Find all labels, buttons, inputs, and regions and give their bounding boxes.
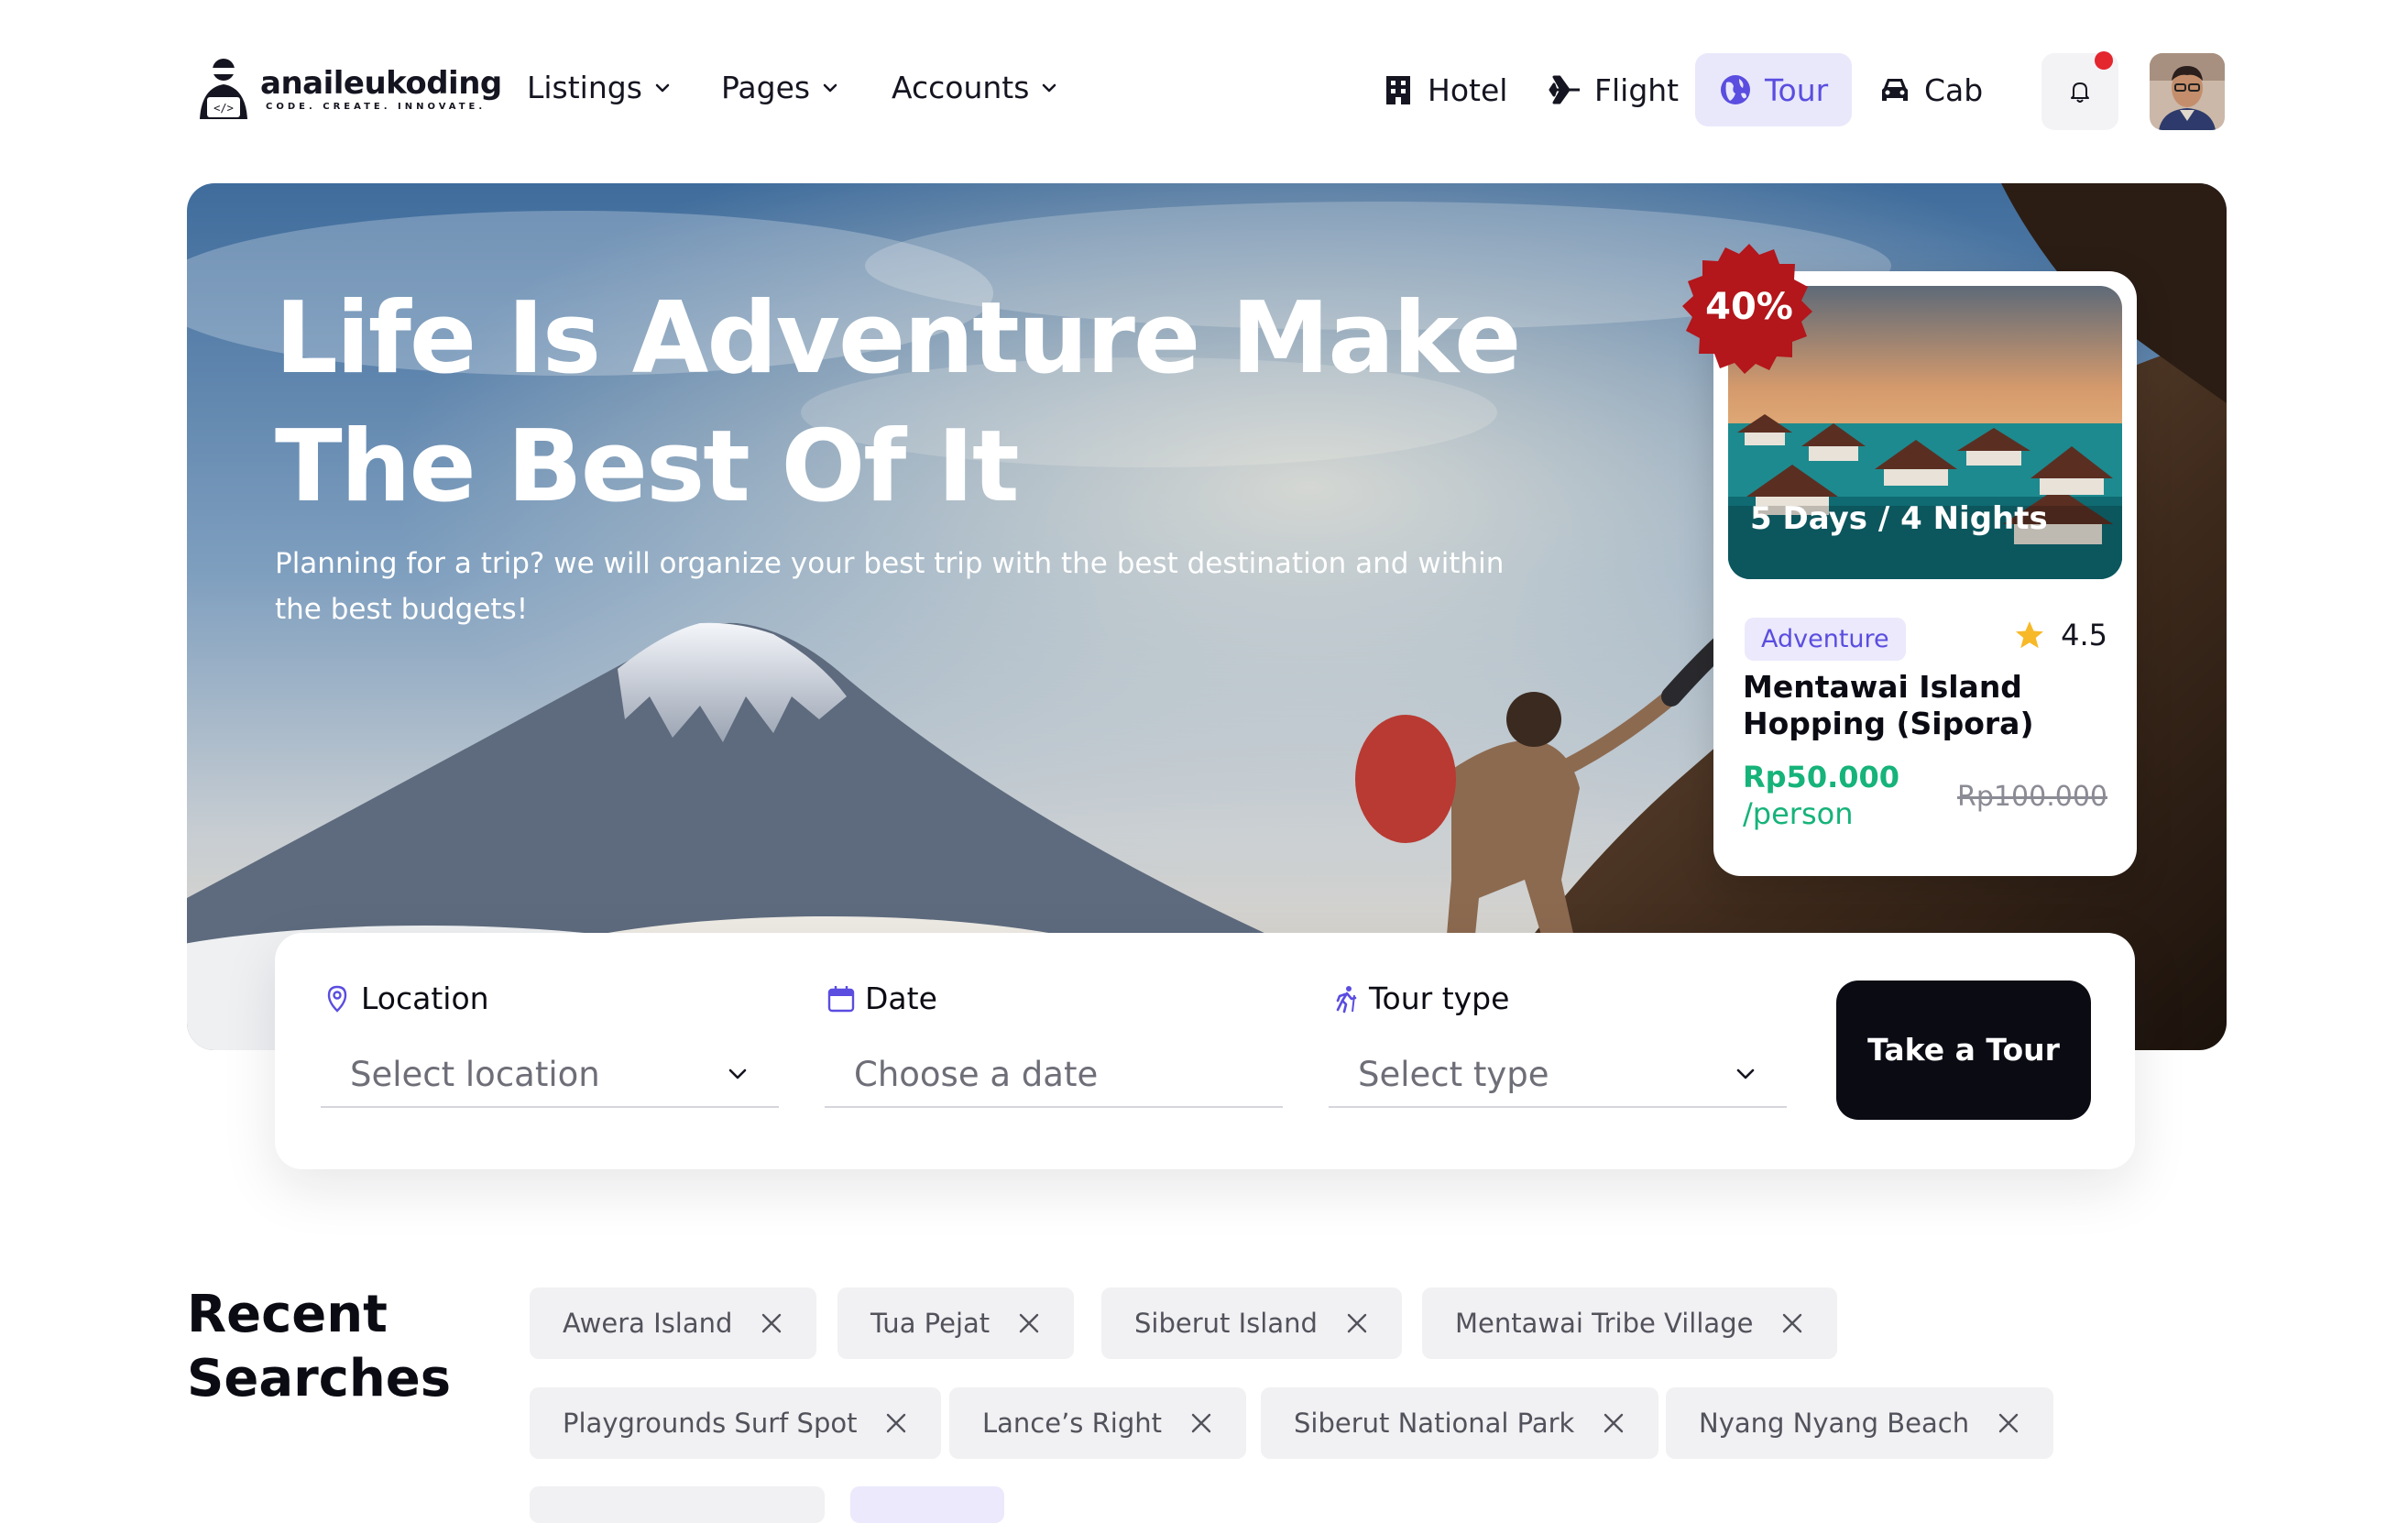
menu-pages[interactable]: Pages [721, 70, 839, 105]
recent-chip[interactable]: Siberut Island [1101, 1287, 1402, 1359]
service-flight[interactable]: Flight [1525, 53, 1702, 126]
close-icon[interactable] [1780, 1311, 1804, 1335]
hiker-icon [1336, 985, 1357, 1013]
rating: 4.5 [2013, 618, 2107, 652]
take-a-tour-button[interactable]: Take a Tour [1836, 981, 2091, 1120]
recent-chip[interactable]: Nyang Nyang Beach [1666, 1387, 2054, 1459]
tour-search-panel: Location Select location Date Choose a d… [275, 933, 2135, 1169]
recent-searches-title: Recent Searches [187, 1285, 452, 1408]
discount-text: 40% [1705, 286, 1793, 328]
brand-name: anaileukoding [260, 65, 502, 102]
location-placeholder: Select location [350, 1054, 600, 1094]
close-icon[interactable] [760, 1311, 783, 1335]
hero-title: Life Is Adventure Make The Best Of It [275, 281, 1521, 524]
recent-chip-label: Lance’s Right [982, 1408, 1163, 1439]
tour-title: Mentawai Island Hopping (Sipora) [1743, 669, 2034, 741]
building-icon [1386, 76, 1410, 104]
recent-chip-label: Tua Pejat [870, 1308, 991, 1339]
chevron-down-icon [655, 83, 670, 92]
car-icon [1882, 79, 1908, 101]
service-tour-label: Tour [1765, 71, 1829, 108]
bell-icon [2071, 82, 2089, 103]
location-select[interactable]: Select location [321, 1042, 779, 1108]
hero-subtitle: Planning for a trip? we will organize yo… [275, 547, 1505, 626]
star-icon [2016, 621, 2044, 649]
service-hotel[interactable]: Hotel [1358, 53, 1531, 126]
plane-icon [1549, 75, 1580, 104]
recent-chip-partial[interactable] [850, 1486, 1004, 1523]
recent-chip[interactable]: Playgrounds Surf Spot [530, 1387, 942, 1459]
recent-chip-partial[interactable] [530, 1486, 825, 1523]
menu-accounts-label: Accounts [892, 70, 1030, 105]
menu-accounts[interactable]: Accounts [892, 70, 1058, 105]
service-hotel-label: Hotel [1428, 71, 1508, 108]
service-flight-label: Flight [1594, 71, 1680, 108]
svg-text:</>: </> [213, 102, 234, 115]
notification-dot [2095, 51, 2113, 70]
close-icon[interactable] [1017, 1311, 1041, 1335]
recent-chip[interactable]: Siberut National Park [1261, 1387, 1659, 1459]
recent-chip[interactable]: Tua Pejat [837, 1287, 1075, 1359]
recent-chip[interactable]: Mentawai Tribe Village [1422, 1287, 1838, 1359]
tour-type-select[interactable]: Select type [1329, 1042, 1787, 1108]
recent-chip[interactable]: Awera Island [530, 1287, 817, 1359]
user-avatar[interactable] [2150, 53, 2225, 130]
category-tag: Adventure [1745, 618, 1906, 661]
location-field: Location Select location [321, 981, 779, 1108]
recent-chip-label: Awera Island [563, 1308, 733, 1339]
map-pin-icon [327, 985, 347, 1013]
original-price: Rp100.000 [1957, 781, 2107, 813]
tour-duration: 5 Days / 4 Nights [1750, 500, 2048, 537]
price-value: Rp50.000 [1743, 760, 1900, 794]
notifications-button[interactable] [2041, 51, 2118, 130]
service-tour[interactable]: Tour [1695, 53, 1853, 126]
brand-tagline: CODE. CREATE. INNOVATE. [266, 102, 487, 112]
chevron-down-icon [1043, 83, 1056, 92]
close-icon[interactable] [1997, 1411, 2020, 1435]
menu-pages-label: Pages [721, 70, 811, 105]
tour-type-field: Tour type Select type [1329, 981, 1787, 1108]
chevron-down-icon [823, 83, 837, 92]
discount-badge: 40% [1682, 240, 1816, 374]
chevron-down-icon [1736, 1068, 1755, 1079]
recent-chip-label: Playgrounds Surf Spot [563, 1408, 858, 1439]
calendar-icon [827, 985, 855, 1012]
location-label: Location [361, 981, 489, 1016]
price-unit: /person [1743, 796, 1854, 831]
recent-chip-label: Siberut National Park [1294, 1408, 1575, 1439]
recent-chip-label: Mentawai Tribe Village [1455, 1308, 1754, 1339]
date-placeholder: Choose a date [854, 1054, 1099, 1094]
tour-price: Rp50.000 /person [1743, 759, 1899, 832]
recent-chip-label: Nyang Nyang Beach [1699, 1408, 1970, 1439]
coder-mascot-icon: </> [200, 59, 247, 119]
date-label: Date [865, 981, 937, 1016]
globe-icon [1721, 75, 1750, 104]
close-icon[interactable] [1602, 1411, 1625, 1435]
service-cab[interactable]: Cab [1855, 53, 2007, 126]
tour-type-label: Tour type [1369, 981, 1510, 1016]
menu-listings[interactable]: Listings [527, 70, 672, 105]
menu-listings-label: Listings [527, 70, 642, 105]
close-icon[interactable] [1345, 1311, 1369, 1335]
chevron-down-icon [728, 1068, 747, 1079]
tour-type-placeholder: Select type [1358, 1054, 1549, 1094]
service-cab-label: Cab [1924, 71, 1984, 108]
recent-chip[interactable]: Lance’s Right [949, 1387, 1247, 1459]
avatar-image [2150, 53, 2225, 130]
date-input[interactable]: Choose a date [825, 1042, 1283, 1108]
date-field: Date Choose a date [825, 981, 1283, 1108]
rating-value: 4.5 [2061, 618, 2107, 652]
close-icon[interactable] [1189, 1411, 1213, 1435]
recent-chip-label: Siberut Island [1134, 1308, 1318, 1339]
close-icon[interactable] [884, 1411, 908, 1435]
brand-logo[interactable]: </> anaileukoding CODE. CREATE. INNOVATE… [194, 55, 502, 125]
